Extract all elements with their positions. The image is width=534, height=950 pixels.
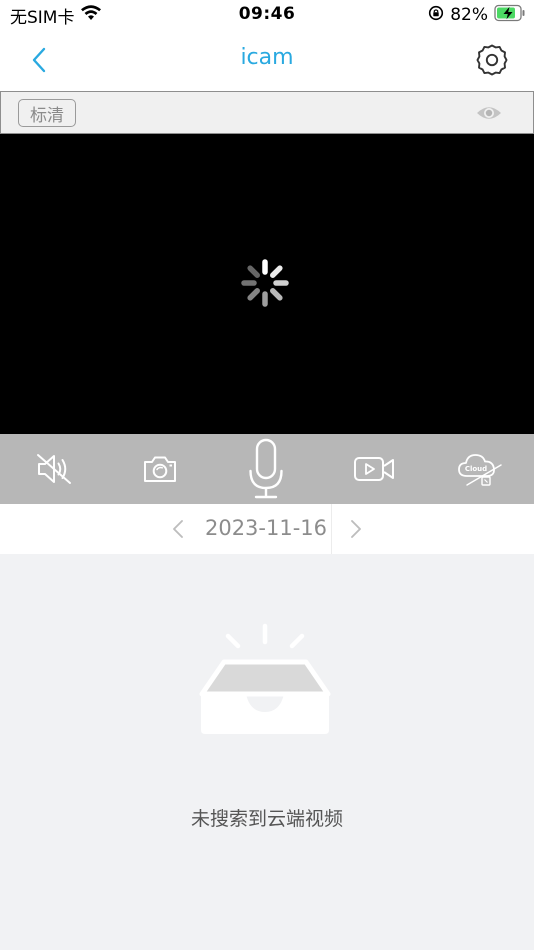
chevron-left-icon — [173, 520, 183, 538]
orientation-lock-icon — [428, 5, 444, 26]
battery-charging-icon — [494, 4, 526, 27]
controls-bar: Cloud — [0, 434, 534, 504]
cloud-video-list: 未搜索到云端视频 — [0, 554, 534, 950]
camera-icon — [144, 456, 176, 482]
page-title: icam — [240, 45, 294, 70]
prev-date-button[interactable] — [166, 514, 190, 544]
video-record-icon — [354, 457, 394, 481]
mute-button[interactable] — [24, 434, 84, 504]
eye-icon — [477, 107, 501, 119]
microphone-icon — [249, 438, 283, 499]
talk-button[interactable] — [236, 434, 296, 504]
cloud-disabled-icon: Cloud — [458, 454, 502, 486]
spinner-icon — [240, 258, 290, 308]
date-divider — [331, 504, 332, 554]
quality-button[interactable]: 标清 — [18, 99, 76, 127]
empty-tray-icon — [196, 622, 336, 742]
cloud-button[interactable]: Cloud — [450, 434, 510, 504]
chevron-right-icon — [351, 520, 361, 538]
date-selector: 2023-11-16 — [0, 504, 534, 554]
player-top-bar: 标清 — [0, 91, 534, 134]
status-bar: 无SIM卡 09:46 82% — [0, 0, 534, 30]
speaker-muted-icon — [37, 454, 71, 484]
settings-button[interactable] — [474, 42, 510, 78]
gear-icon — [476, 44, 508, 76]
empty-message: 未搜索到云端视频 — [190, 808, 343, 830]
status-right: 82% — [428, 4, 526, 26]
next-date-button[interactable] — [344, 514, 368, 544]
cloud-label: Cloud — [465, 465, 487, 473]
nav-bar: icam — [0, 30, 534, 90]
visibility-toggle[interactable] — [475, 102, 503, 124]
snapshot-button[interactable] — [130, 434, 190, 504]
date-label[interactable]: 2023-11-16 — [200, 516, 332, 540]
battery-percent: 82% — [450, 5, 488, 25]
record-button[interactable] — [344, 434, 404, 504]
